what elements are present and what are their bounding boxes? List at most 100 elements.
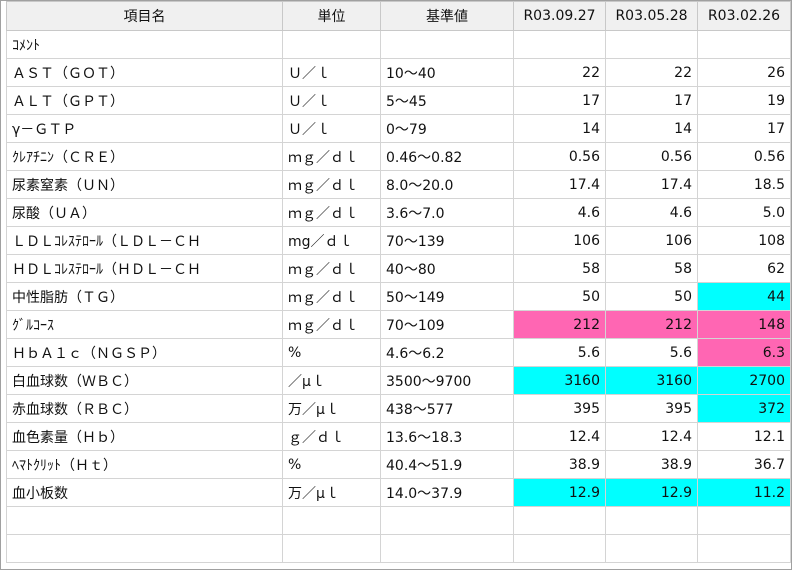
empty-cell <box>6 534 283 563</box>
value-date-2: 106 <box>605 226 698 255</box>
column-header-date-1[interactable]: R03.09.27 <box>513 1 606 31</box>
value-date-2: 395 <box>605 394 698 423</box>
value-date-2: 17 <box>605 86 698 115</box>
item-reference: 13.6～18.3 <box>380 422 514 451</box>
item-name: ＨＤＬｺﾚｽﾃﾛｰﾙ（ＨＤＬ－ＣＨ <box>6 254 283 283</box>
value-date-3 <box>697 30 791 59</box>
value-date-3: 17 <box>697 114 791 143</box>
value-date-3: 18.5 <box>697 170 791 199</box>
item-unit: Ｕ／ｌ <box>282 58 381 87</box>
item-name: 尿酸（ＵＡ） <box>6 198 283 227</box>
table-row[interactable]: 赤血球数（ＲＢＣ） 万／μｌ 438～577 395 395 372 <box>6 394 791 423</box>
value-date-1: 12.9 <box>513 478 606 507</box>
table-row[interactable]: ﾍﾏﾄｸﾘｯﾄ（Ｈｔ） % 40.4～51.9 38.9 38.9 36.7 <box>6 450 791 479</box>
column-header-reference[interactable]: 基準値 <box>380 1 514 31</box>
item-name: 尿素窒素（ＵＮ） <box>6 170 283 199</box>
item-unit: ｍｇ／ｄｌ <box>282 198 381 227</box>
item-reference <box>380 30 514 59</box>
column-header-unit[interactable]: 単位 <box>282 1 381 31</box>
value-date-3: 148 <box>697 310 791 339</box>
item-reference: 70～139 <box>380 226 514 255</box>
table-row[interactable]: ＡＬＴ（ＧＰＴ） Ｕ／ｌ 5～45 17 17 19 <box>6 86 791 115</box>
value-date-2: 4.6 <box>605 198 698 227</box>
table-row[interactable]: 白血球数（ＷＢＣ） ／μｌ 3500～9700 3160 3160 2700 <box>6 366 791 395</box>
table-row[interactable]: 尿酸（ＵＡ） ｍｇ／ｄｌ 3.6～7.0 4.6 4.6 5.0 <box>6 198 791 227</box>
item-reference: 14.0～37.9 <box>380 478 514 507</box>
item-name: γ－ＧＴＰ <box>6 114 283 143</box>
value-date-1: 12.4 <box>513 422 606 451</box>
empty-cell <box>513 506 606 535</box>
value-date-1: 38.9 <box>513 450 606 479</box>
value-date-1: 212 <box>513 310 606 339</box>
value-date-3: 44 <box>697 282 791 311</box>
value-date-1: 106 <box>513 226 606 255</box>
empty-row[interactable] <box>6 534 791 563</box>
value-date-1: 3160 <box>513 366 606 395</box>
item-name: 中性脂肪（ＴＧ） <box>6 282 283 311</box>
item-reference: 3.6～7.0 <box>380 198 514 227</box>
value-date-2: 50 <box>605 282 698 311</box>
table-row[interactable]: ＬＤＬｺﾚｽﾃﾛｰﾙ（ＬＤＬ－ＣＨ mg／ｄｌ 70～139 106 106 1… <box>6 226 791 255</box>
empty-cell <box>6 506 283 535</box>
empty-cell <box>380 534 514 563</box>
value-date-3: 0.56 <box>697 142 791 171</box>
column-header-name[interactable]: 項目名 <box>6 1 283 31</box>
value-date-1: 14 <box>513 114 606 143</box>
value-date-1: 4.6 <box>513 198 606 227</box>
empty-cell <box>697 506 791 535</box>
table-row[interactable]: ｺﾒﾝﾄ <box>6 30 791 59</box>
item-unit: ｍｇ／ｄｌ <box>282 282 381 311</box>
value-date-1: 22 <box>513 58 606 87</box>
column-header-date-3[interactable]: R03.02.26 <box>697 1 791 31</box>
value-date-2: 12.4 <box>605 422 698 451</box>
header-row: 項目名 単位 基準値 R03.09.27 R03.05.28 R03.02.26 <box>6 1 791 31</box>
value-date-2: 0.56 <box>605 142 698 171</box>
item-unit: ｍｇ／ｄｌ <box>282 254 381 283</box>
empty-cell <box>380 506 514 535</box>
table-row[interactable]: 血色素量（Ｈｂ） ｇ／ｄｌ 13.6～18.3 12.4 12.4 12.1 <box>6 422 791 451</box>
item-unit: ｍｇ／ｄｌ <box>282 142 381 171</box>
empty-cell <box>282 534 381 563</box>
table-row[interactable]: 中性脂肪（ＴＧ） ｍｇ／ｄｌ 50～149 50 50 44 <box>6 282 791 311</box>
value-date-2: 14 <box>605 114 698 143</box>
item-name: ｸﾞﾙｺｰｽ <box>6 310 283 339</box>
table-row[interactable]: ＡＳＴ（ＧＯＴ） Ｕ／ｌ 10～40 22 22 26 <box>6 58 791 87</box>
value-date-2: 5.6 <box>605 338 698 367</box>
value-date-1: 58 <box>513 254 606 283</box>
item-name: ｸﾚｱﾁﾆﾝ（ＣＲＥ） <box>6 142 283 171</box>
item-name: ＨｂＡ１ｃ（ＮＧＳＰ） <box>6 338 283 367</box>
item-name: 赤血球数（ＲＢＣ） <box>6 394 283 423</box>
item-reference: 0.46～0.82 <box>380 142 514 171</box>
item-name: ＡＳＴ（ＧＯＴ） <box>6 58 283 87</box>
table-row[interactable]: ｸﾞﾙｺｰｽ ｍｇ／ｄｌ 70～109 212 212 148 <box>6 310 791 339</box>
lab-results-grid-panel: 項目名 単位 基準値 R03.09.27 R03.05.28 R03.02.26… <box>0 0 792 570</box>
table-row[interactable]: ＨｂＡ１ｃ（ＮＧＳＰ） % 4.6～6.2 5.6 5.6 6.3 <box>6 338 791 367</box>
item-name: 白血球数（ＷＢＣ） <box>6 366 283 395</box>
item-reference: 8.0～20.0 <box>380 170 514 199</box>
item-reference: 4.6～6.2 <box>380 338 514 367</box>
item-unit <box>282 30 381 59</box>
value-date-1: 50 <box>513 282 606 311</box>
table-row[interactable]: 尿素窒素（ＵＮ） ｍｇ／ｄｌ 8.0～20.0 17.4 17.4 18.5 <box>6 170 791 199</box>
value-date-3: 26 <box>697 58 791 87</box>
item-name: ｺﾒﾝﾄ <box>6 30 283 59</box>
value-date-2: 38.9 <box>605 450 698 479</box>
column-header-date-2[interactable]: R03.05.28 <box>605 1 698 31</box>
table-row[interactable]: ＨＤＬｺﾚｽﾃﾛｰﾙ（ＨＤＬ－ＣＨ ｍｇ／ｄｌ 40～80 58 58 62 <box>6 254 791 283</box>
table-row[interactable]: 血小板数 万／μｌ 14.0～37.9 12.9 12.9 11.2 <box>6 478 791 507</box>
table-row[interactable]: ｸﾚｱﾁﾆﾝ（ＣＲＥ） ｍｇ／ｄｌ 0.46～0.82 0.56 0.56 0.… <box>6 142 791 171</box>
empty-cell <box>605 506 698 535</box>
empty-cell <box>605 534 698 563</box>
item-reference: 70～109 <box>380 310 514 339</box>
value-date-3: 19 <box>697 86 791 115</box>
item-name: ＬＤＬｺﾚｽﾃﾛｰﾙ（ＬＤＬ－ＣＨ <box>6 226 283 255</box>
empty-row[interactable] <box>6 506 791 535</box>
item-unit: mg／ｄｌ <box>282 226 381 255</box>
item-reference: 0～79 <box>380 114 514 143</box>
value-date-1: 395 <box>513 394 606 423</box>
table-row[interactable]: γ－ＧＴＰ Ｕ／ｌ 0～79 14 14 17 <box>6 114 791 143</box>
lab-results-table: 項目名 単位 基準値 R03.09.27 R03.05.28 R03.02.26… <box>6 1 791 563</box>
value-date-3: 6.3 <box>697 338 791 367</box>
item-name: ﾍﾏﾄｸﾘｯﾄ（Ｈｔ） <box>6 450 283 479</box>
value-date-2: 3160 <box>605 366 698 395</box>
